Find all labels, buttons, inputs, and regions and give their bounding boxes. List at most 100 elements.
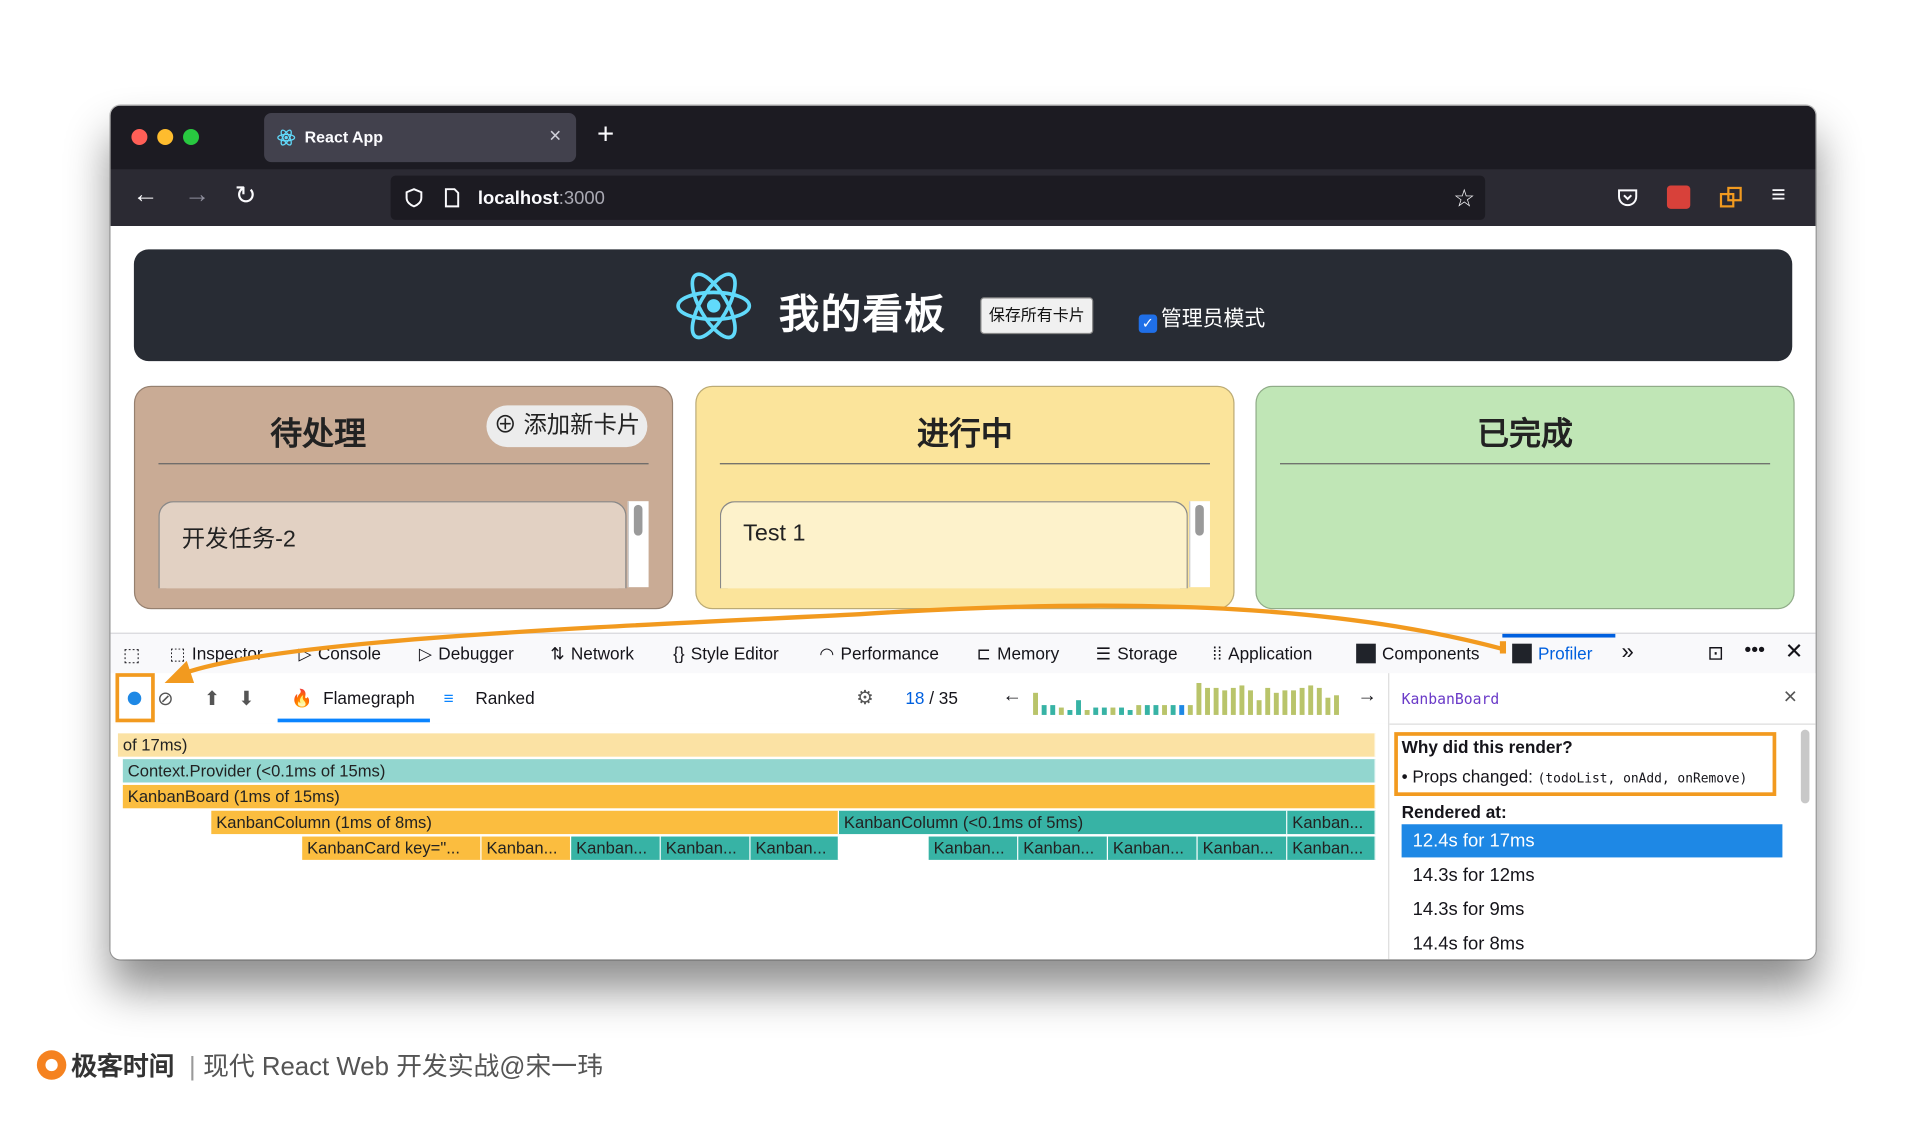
commit-bar[interactable]: [1334, 695, 1339, 715]
flame-bar[interactable]: Kanban...: [750, 836, 839, 860]
admin-mode-checkbox[interactable]: ✓: [1138, 314, 1158, 333]
commit-bar[interactable]: [1256, 700, 1262, 715]
commit-bar[interactable]: [1144, 705, 1150, 715]
sidebar-scrollbar[interactable]: [1800, 729, 1810, 804]
rendered-at-item[interactable]: 14.3s for 12ms: [1402, 859, 1783, 892]
settings-gear-icon[interactable]: ⚙: [856, 685, 874, 710]
minimize-window-button[interactable]: [157, 128, 174, 145]
commit-bar[interactable]: [1308, 685, 1314, 715]
browser-tab[interactable]: React App ×: [264, 113, 577, 163]
commit-bar[interactable]: [1299, 687, 1305, 715]
bookmark-star-icon[interactable]: ☆: [1453, 183, 1475, 214]
flame-bar[interactable]: Kanban...: [1018, 836, 1109, 860]
extension-icon[interactable]: [1666, 185, 1691, 209]
tab-console[interactable]: ▷ Console: [299, 644, 381, 665]
upload-icon[interactable]: ⬆: [204, 687, 220, 712]
commit-bar[interactable]: [1050, 705, 1056, 715]
tab-style-editor[interactable]: {} Style Editor: [673, 644, 779, 664]
commit-bar[interactable]: [1119, 707, 1124, 715]
commit-bar[interactable]: [1291, 690, 1296, 715]
pocket-icon[interactable]: [1617, 187, 1639, 209]
commit-bar[interactable]: [1187, 705, 1193, 715]
add-new-card-button[interactable]: ⊕ 添加新卡片: [486, 405, 648, 448]
commit-bar[interactable]: [1325, 697, 1331, 715]
commit-bar[interactable]: [1067, 710, 1073, 715]
commit-bar[interactable]: [1093, 707, 1099, 715]
tab-close-icon[interactable]: ×: [549, 124, 561, 149]
flame-bar[interactable]: Kanban...: [1287, 810, 1376, 835]
flame-bar[interactable]: KanbanCard key="...: [302, 836, 482, 860]
close-devtools-icon[interactable]: ✕: [1785, 639, 1804, 665]
next-commit-button[interactable]: →: [1357, 685, 1377, 707]
flame-bar[interactable]: Kanban...: [571, 836, 661, 860]
commit-bar-chart[interactable]: [1033, 681, 1340, 715]
commit-bar[interactable]: [1196, 682, 1202, 715]
commit-bar[interactable]: [1179, 705, 1185, 715]
commit-bar[interactable]: [1239, 685, 1245, 715]
clear-icon[interactable]: ⊘: [157, 687, 173, 712]
commit-bar[interactable]: [1041, 705, 1047, 715]
commit-bar[interactable]: [1170, 705, 1176, 715]
commit-bar[interactable]: [1153, 705, 1159, 715]
download-icon[interactable]: ⬇: [238, 687, 254, 712]
flame-bar[interactable]: Kanban...: [928, 836, 1019, 860]
flame-bar[interactable]: Kanban...: [660, 836, 751, 860]
reload-icon[interactable]: ↻: [235, 181, 257, 212]
url-bar[interactable]: localhost:3000 ☆: [390, 175, 1486, 220]
forward-arrow-icon[interactable]: →: [184, 181, 210, 210]
flame-bar[interactable]: Kanban...: [1197, 836, 1288, 860]
zoom-window-button[interactable]: [183, 128, 200, 145]
close-sidebar-icon[interactable]: ×: [1784, 684, 1798, 711]
kanban-card[interactable]: Test 1: [719, 501, 1188, 589]
flame-bar[interactable]: Kanban...: [1287, 836, 1376, 860]
tab-ranked[interactable]: Ranked: [475, 688, 534, 708]
dock-icon[interactable]: ⊡: [1707, 641, 1723, 666]
more-tabs-icon[interactable]: »: [1621, 639, 1633, 665]
tab-storage[interactable]: ☰ Storage: [1096, 644, 1178, 665]
flame-bar[interactable]: Kanban...: [1108, 836, 1198, 860]
multi-account-container-icon[interactable]: [1719, 185, 1744, 210]
admin-mode-toggle[interactable]: ✓ 管理员模式: [1138, 301, 1265, 333]
commit-bar[interactable]: [1230, 687, 1236, 715]
new-tab-button[interactable]: +: [597, 118, 614, 152]
flame-bar[interactable]: Kanban...: [481, 836, 572, 860]
tab-components[interactable]: Components: [1356, 643, 1479, 664]
save-all-cards-button[interactable]: 保存所有卡片: [980, 297, 1094, 335]
commit-bar[interactable]: [1162, 705, 1167, 715]
flame-bar[interactable]: KanbanBoard (1ms of 15ms): [122, 784, 1376, 809]
close-window-button[interactable]: [131, 128, 148, 145]
tab-performance[interactable]: ◠ Performance: [819, 644, 939, 665]
commit-bar[interactable]: [1213, 687, 1219, 715]
kanban-card[interactable]: 开发任务-2: [158, 501, 627, 589]
commit-bar[interactable]: [1033, 692, 1038, 715]
tab-debugger[interactable]: ▷ Debugger: [419, 644, 514, 665]
flame-bar[interactable]: KanbanColumn (1ms of 8ms): [211, 810, 839, 835]
prev-commit-button[interactable]: ←: [1002, 685, 1022, 707]
flame-bar[interactable]: of 17ms): [117, 733, 1376, 757]
commit-bar[interactable]: [1248, 690, 1253, 715]
commit-bar[interactable]: [1273, 692, 1279, 715]
commit-bar[interactable]: [1222, 690, 1228, 715]
commit-bar[interactable]: [1205, 687, 1210, 715]
commit-bar[interactable]: [1101, 707, 1107, 715]
commit-bar[interactable]: [1282, 690, 1288, 715]
commit-bar[interactable]: [1058, 707, 1064, 715]
menu-icon[interactable]: ≡: [1771, 182, 1785, 210]
commit-bar[interactable]: [1265, 687, 1271, 715]
commit-bar[interactable]: [1127, 710, 1133, 715]
commit-bar[interactable]: [1110, 707, 1116, 715]
tab-memory[interactable]: ⊏ Memory: [977, 644, 1060, 665]
tab-inspector[interactable]: ⬚ Inspector: [170, 644, 263, 665]
rendered-at-item[interactable]: 14.3s for 9ms: [1402, 893, 1783, 926]
flame-bar[interactable]: Context.Provider (<0.1ms of 15ms): [122, 759, 1376, 783]
tab-flamegraph[interactable]: Flamegraph: [323, 688, 415, 708]
rendered-at-item[interactable]: 14.4s for 8ms: [1402, 927, 1783, 959]
scrollbar[interactable]: [627, 501, 649, 588]
element-picker-icon[interactable]: ⬚: [123, 644, 140, 666]
back-arrow-icon[interactable]: ←: [133, 181, 159, 210]
commit-bar[interactable]: [1084, 710, 1090, 715]
commit-bar[interactable]: [1076, 700, 1081, 715]
url-text[interactable]: localhost:3000: [478, 188, 605, 209]
shield-icon[interactable]: [403, 187, 425, 209]
scrollbar[interactable]: [1189, 501, 1210, 588]
